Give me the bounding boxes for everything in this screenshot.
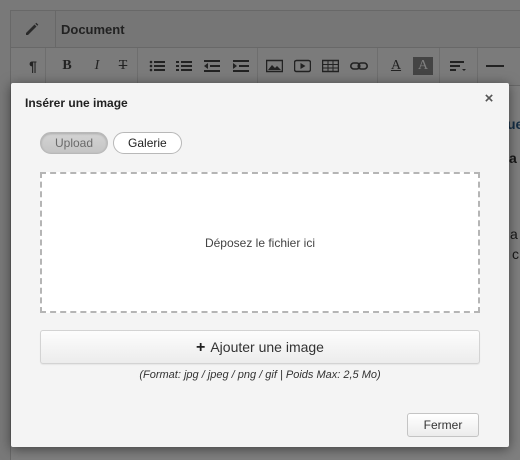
close-button[interactable]: Fermer <box>407 413 479 437</box>
dialog-tabs: Upload Galerie <box>40 132 187 154</box>
add-image-label: Ajouter une image <box>210 339 324 355</box>
file-dropzone[interactable]: Déposez le fichier ici <box>40 172 480 313</box>
dropzone-label: Déposez le fichier ici <box>204 236 316 250</box>
tab-galerie[interactable]: Galerie <box>113 132 182 154</box>
add-image-button[interactable]: + Ajouter une image <box>40 330 480 364</box>
format-hint: (Format: jpg / jpeg / png / gif | Poids … <box>139 369 381 381</box>
tab-upload[interactable]: Upload <box>40 132 109 154</box>
dialog-title: Insérer une image <box>25 96 128 110</box>
insert-image-dialog: Insérer une image × Upload Galerie Dépose… <box>11 83 509 447</box>
close-icon[interactable]: × <box>481 91 497 107</box>
plus-icon: + <box>196 339 206 356</box>
